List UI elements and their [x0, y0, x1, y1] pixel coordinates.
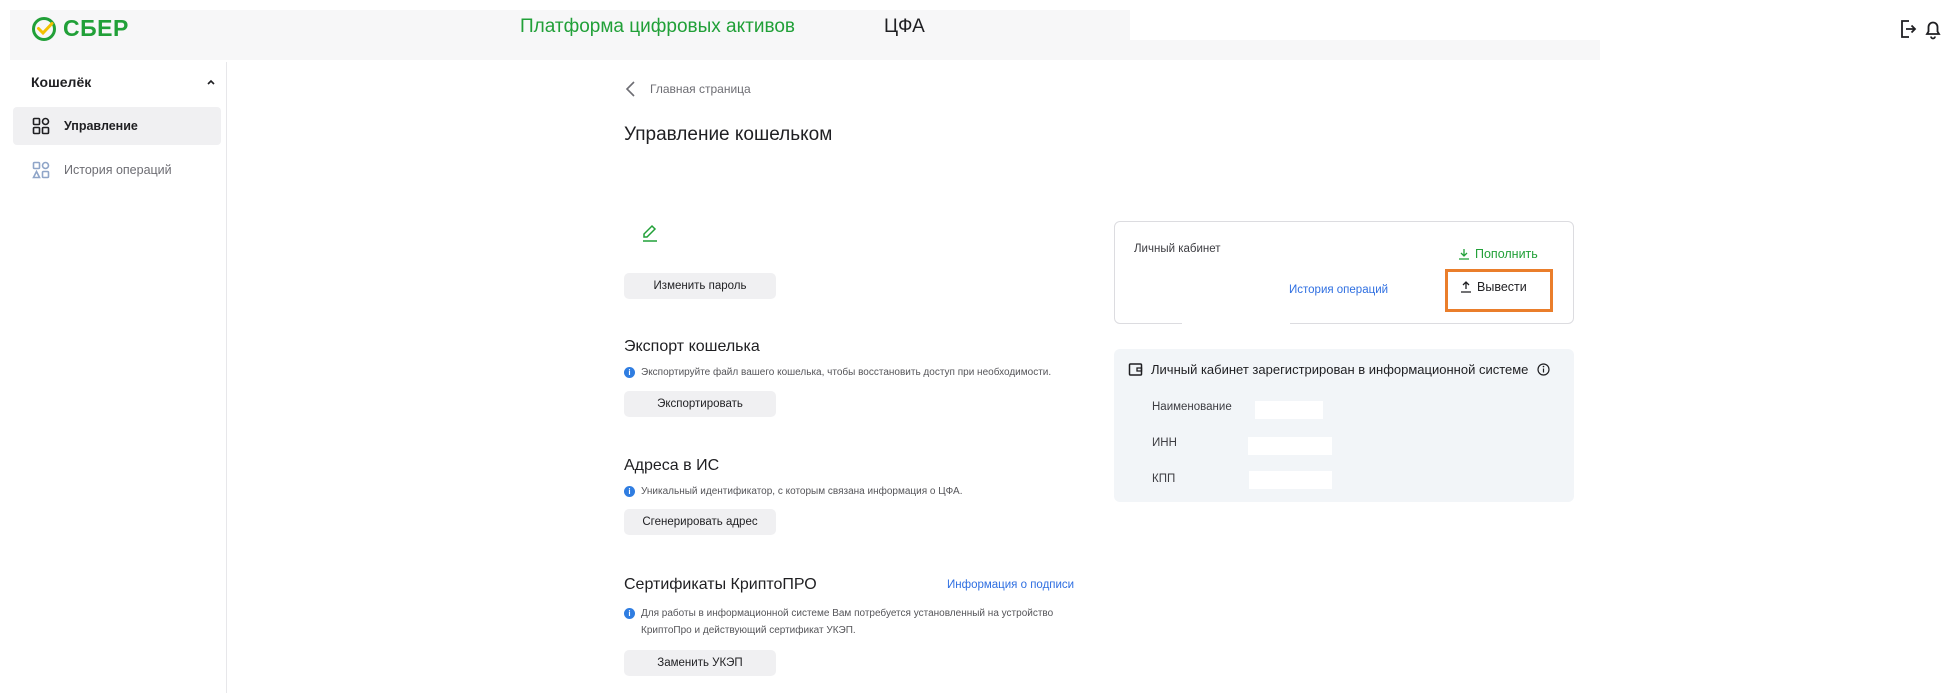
name-field-value: [1255, 401, 1323, 419]
addresses-info-text: Уникальный идентификатор, с которым связ…: [641, 486, 963, 497]
info-outline-icon[interactable]: [1536, 362, 1551, 377]
breadcrumb[interactable]: Главная страница: [624, 80, 751, 98]
withdraw-button[interactable]: Вывести: [1460, 280, 1527, 294]
sidebar-item-label: История операций: [64, 163, 172, 177]
registration-card-header: Личный кабинет зарегистрирован в информа…: [1128, 362, 1551, 377]
platform-title: Платформа цифровых активов: [520, 16, 796, 37]
upload-icon: [1461, 281, 1471, 293]
generate-address-button[interactable]: Сгенерировать адрес: [624, 509, 776, 535]
addresses-info: Уникальный идентификатор, с которым связ…: [624, 483, 963, 500]
pencil-icon[interactable]: [641, 223, 659, 243]
top-header: СБЕР Платформа цифровых активов ЦФА: [0, 0, 1941, 60]
kpp-field-value: [1249, 471, 1332, 489]
chevron-up-icon: [207, 79, 215, 85]
change-password-button[interactable]: Изменить пароль: [624, 273, 776, 299]
sber-logo[interactable]: СБЕР: [31, 15, 129, 42]
grid-icon: [32, 161, 50, 179]
card-border-gap: [1182, 316, 1290, 326]
logout-icon[interactable]: [1898, 18, 1918, 40]
history-link[interactable]: История операций: [1289, 284, 1388, 296]
topup-button[interactable]: Пополнить: [1458, 247, 1538, 261]
withdraw-label: Вывести: [1477, 280, 1527, 294]
inn-field-value: [1248, 437, 1332, 455]
certificates-section-title: Сертификаты КриптоПРО: [624, 576, 817, 593]
certificates-info-text: Для работы в информационной системе Вам …: [641, 605, 1053, 639]
replace-ukep-button[interactable]: Заменить УКЭП: [624, 650, 776, 676]
sidebar-item-history[interactable]: История операций: [13, 151, 221, 189]
sidebar-group-title: Кошелёк: [31, 74, 92, 90]
signature-info-link[interactable]: Информация о подписи: [947, 579, 1074, 591]
kpp-field-label: КПП: [1152, 473, 1176, 485]
sber-logo-icon: [32, 16, 56, 41]
account-card-label: Личный кабинет: [1134, 243, 1221, 255]
export-info-text: Экспортируйте файл вашего кошелька, чтоб…: [641, 367, 1052, 378]
bell-icon[interactable]: [1923, 18, 1941, 40]
registration-card-title: Личный кабинет зарегистрирован в информа…: [1151, 362, 1529, 377]
page-title: Управление кошельком: [624, 124, 833, 145]
info-icon: [624, 605, 635, 622]
export-button[interactable]: Экспортировать: [624, 391, 776, 417]
breadcrumb-label: Главная страница: [650, 82, 751, 96]
header-band-secondary: [1130, 40, 1600, 60]
sidebar-group-wallet[interactable]: Кошелёк: [31, 74, 216, 90]
download-icon: [1459, 249, 1469, 260]
export-section-title: Экспорт кошелька: [624, 338, 760, 355]
export-info: Экспортируйте файл вашего кошелька, чтоб…: [624, 364, 1051, 381]
info-icon: [624, 483, 635, 500]
cfa-label: ЦФА: [884, 16, 925, 37]
sidebar: Кошелёк Управление История операций: [0, 62, 227, 693]
name-field-label: Наименование: [1152, 401, 1232, 413]
grid-icon: [32, 117, 50, 135]
logo-text: СБЕР: [63, 15, 129, 41]
certificates-info-line-1: Для работы в информационной системе Вам …: [641, 608, 1054, 619]
wallet-icon: [1128, 363, 1143, 376]
inn-field-label: ИНН: [1152, 437, 1177, 449]
topup-label: Пополнить: [1475, 247, 1538, 261]
certificates-info-line-2: КриптоПро и действующий сертификат УКЭП.: [641, 625, 856, 636]
addresses-section-title: Адреса в ИС: [624, 457, 720, 474]
sidebar-item-management[interactable]: Управление: [13, 107, 221, 145]
info-icon: [624, 364, 635, 381]
certificates-info: Для работы в информационной системе Вам …: [624, 605, 1053, 639]
chevron-left-icon: [625, 81, 635, 97]
sidebar-item-label: Управление: [64, 119, 138, 133]
